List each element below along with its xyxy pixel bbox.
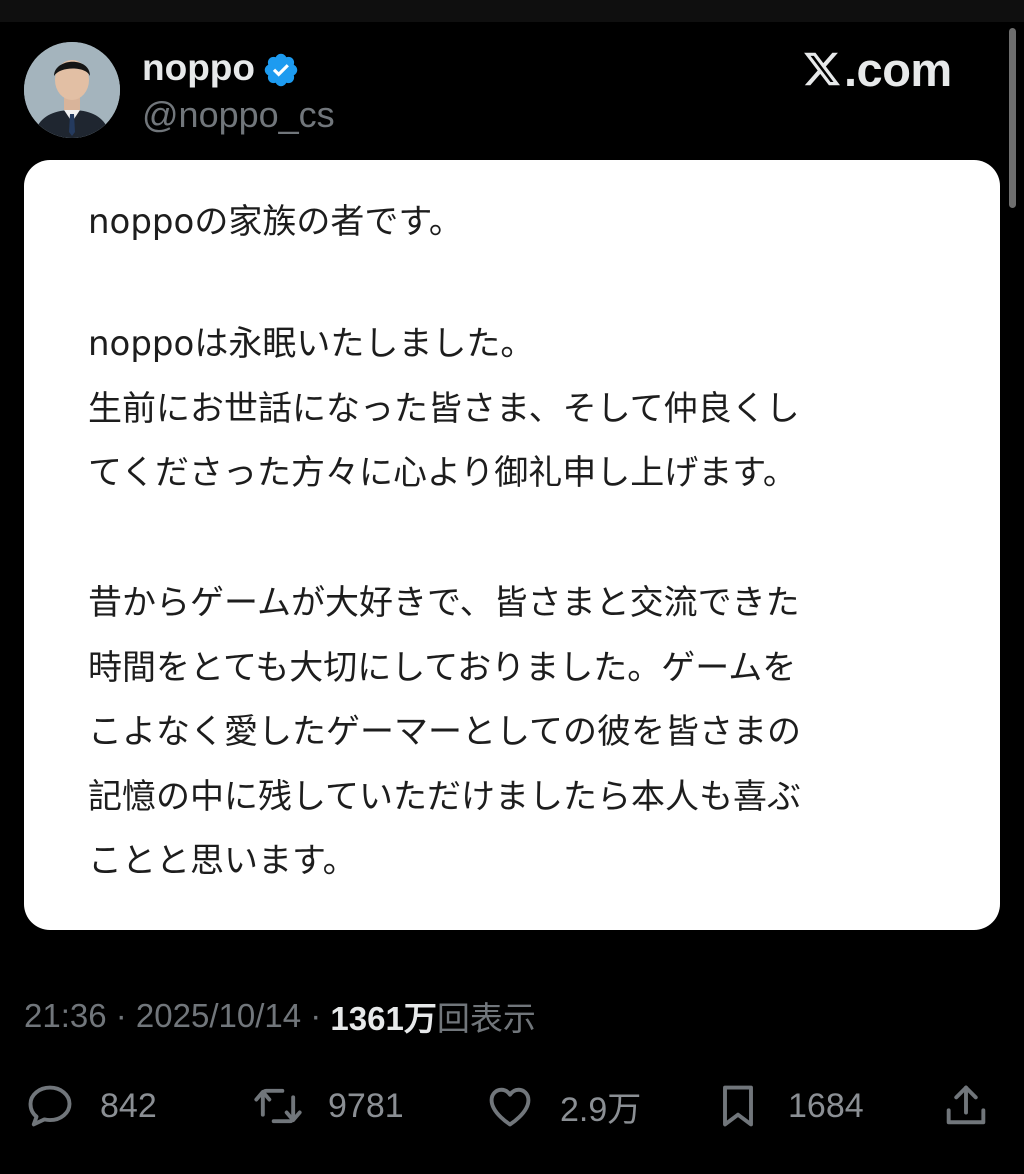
post-paragraph-3: 昔からゲームが大好きで、皆さまと交流できた 時間をとても大切にしておりました。ゲ… bbox=[88, 583, 801, 881]
x-com-logo: .com bbox=[802, 42, 952, 96]
share-icon bbox=[946, 1085, 986, 1125]
repost-button[interactable]: 9781 bbox=[252, 1080, 404, 1132]
post-paragraph-2: noppoは永眠いたしました。 生前にお世話になった皆さま、そして仲良くし てく… bbox=[88, 324, 800, 493]
status-bar bbox=[0, 0, 1024, 22]
post-paragraph-1: noppoの家族の者です。 bbox=[88, 202, 463, 242]
post-date[interactable]: 2025/10/14 bbox=[136, 997, 301, 1035]
author-handle[interactable]: @noppo_cs bbox=[142, 94, 335, 136]
reply-count: 842 bbox=[100, 1086, 157, 1125]
reply-icon bbox=[28, 1085, 72, 1127]
views-count[interactable]: 1361万 bbox=[330, 992, 436, 1040]
post-image-card: noppoの家族の者です。 noppoは永眠いたしました。 生前にお世話になった… bbox=[24, 160, 1000, 930]
x-logo-icon bbox=[804, 52, 841, 86]
scrollbar[interactable] bbox=[1009, 28, 1016, 208]
post-time[interactable]: 21:36 bbox=[24, 997, 107, 1035]
avatar[interactable] bbox=[24, 42, 120, 138]
share-button[interactable] bbox=[940, 1080, 992, 1132]
bookmark-icon bbox=[723, 1085, 753, 1127]
meta-separator-1: · bbox=[106, 997, 136, 1034]
repost-count: 9781 bbox=[328, 1086, 404, 1125]
repost-icon bbox=[254, 1088, 302, 1124]
like-button[interactable]: 2.9万 bbox=[484, 1080, 641, 1132]
meta-separator-2: · bbox=[301, 997, 331, 1034]
verified-badge-icon bbox=[264, 53, 298, 87]
bookmark-count: 1684 bbox=[788, 1086, 864, 1125]
author-name[interactable]: noppo bbox=[142, 46, 255, 90]
reply-button[interactable]: 842 bbox=[24, 1080, 157, 1132]
like-count: 2.9万 bbox=[560, 1090, 642, 1129]
heart-icon bbox=[489, 1087, 531, 1127]
views-label: 回表示 bbox=[436, 1000, 536, 1037]
post-meta: 21:36 · 2025/10/14 · 1361万 回表示 bbox=[24, 992, 536, 1040]
bookmark-button[interactable]: 1684 bbox=[712, 1080, 864, 1132]
logo-text: .com bbox=[844, 42, 952, 96]
